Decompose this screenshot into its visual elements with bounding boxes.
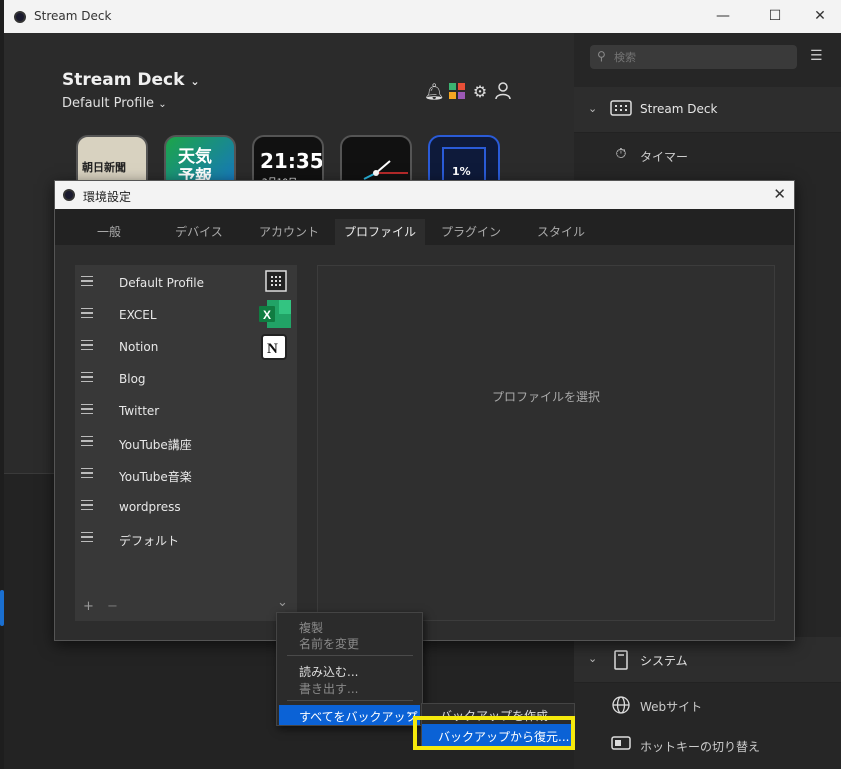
drag-handle-icon[interactable] bbox=[81, 404, 93, 414]
drag-handle-icon[interactable] bbox=[81, 532, 93, 542]
menu-separator bbox=[287, 655, 413, 656]
add-profile-button[interactable]: + bbox=[83, 599, 94, 614]
list-item[interactable]: デフォルト bbox=[75, 523, 297, 555]
stopwatch-icon: ⏱ bbox=[615, 146, 627, 162]
preferences-dialog: 環境設定 ✕ 一般 デバイス アカウント プロファイル プラグイン スタイル D… bbox=[54, 180, 795, 641]
drag-handle-icon[interactable] bbox=[81, 500, 93, 510]
excel-icon: X bbox=[259, 300, 291, 328]
category-system[interactable]: ⌄ システム bbox=[574, 637, 841, 683]
list-item[interactable]: YouTube音楽 bbox=[75, 459, 297, 491]
tab-bar: 一般 デバイス アカウント プロファイル プラグイン スタイル bbox=[55, 209, 794, 245]
svg-text:X: X bbox=[263, 308, 271, 322]
close-window-button[interactable]: ✕ bbox=[810, 6, 830, 26]
store-icon[interactable] bbox=[447, 82, 467, 102]
title-bar: Stream Deck — ☐ ✕ bbox=[4, 0, 841, 33]
tab-general[interactable]: 一般 bbox=[69, 219, 149, 245]
tab-plugins[interactable]: プラグイン bbox=[431, 219, 511, 245]
dialog-title-bar: 環境設定 ✕ bbox=[55, 181, 794, 209]
dialog-title: 環境設定 bbox=[83, 190, 132, 204]
globe-icon bbox=[610, 696, 632, 716]
stream-deck-logo-icon bbox=[14, 11, 26, 23]
list-item[interactable]: Blog bbox=[75, 363, 297, 395]
stream-deck-logo-icon bbox=[63, 189, 75, 201]
search-box[interactable]: ⚲ bbox=[590, 45, 797, 69]
keypad-icon bbox=[265, 270, 287, 292]
close-icon[interactable]: ✕ bbox=[773, 185, 786, 203]
tab-style[interactable]: スタイル bbox=[521, 219, 601, 245]
svg-text:N: N bbox=[267, 341, 278, 357]
chevron-down-icon: ⌄ bbox=[588, 102, 598, 115]
list-item[interactable]: YouTube講座 bbox=[75, 427, 297, 459]
window-title: Stream Deck bbox=[34, 9, 112, 23]
menu-item-import[interactable]: 読み込む... bbox=[299, 663, 358, 680]
tab-profiles[interactable]: プロファイル bbox=[335, 219, 425, 245]
remove-profile-button[interactable]: − bbox=[107, 599, 118, 614]
menu-item-rename[interactable]: 名前を変更 bbox=[299, 635, 359, 652]
device-title[interactable]: Stream Deck ⌄ bbox=[62, 70, 200, 90]
notion-icon: N bbox=[261, 334, 287, 360]
list-item[interactable]: Default Profile bbox=[75, 267, 297, 299]
keypad-icon bbox=[610, 100, 632, 120]
list-view-icon[interactable]: ☰ bbox=[810, 48, 823, 64]
menu-item-export[interactable]: 書き出す... bbox=[299, 680, 358, 697]
profile-list: Default Profile EXCEL X Notion N Blog Tw… bbox=[75, 265, 297, 621]
list-item[interactable]: EXCEL X bbox=[75, 299, 297, 331]
highlight-annotation bbox=[413, 716, 575, 750]
drag-handle-icon[interactable] bbox=[81, 308, 93, 318]
menu-item-duplicate[interactable]: 複製 bbox=[299, 619, 323, 636]
minimize-button[interactable]: — bbox=[713, 6, 733, 26]
more-options-button[interactable]: ⌄ bbox=[277, 595, 288, 610]
tab-account[interactable]: アカウント bbox=[249, 219, 329, 245]
bell-icon[interactable]: 🔔︎ bbox=[424, 82, 444, 102]
edge-tab bbox=[0, 590, 4, 626]
list-item[interactable]: wordpress bbox=[75, 491, 297, 523]
computer-icon bbox=[610, 650, 632, 670]
toggle-icon bbox=[610, 736, 632, 756]
maximize-button[interactable]: ☐ bbox=[765, 6, 785, 26]
tab-devices[interactable]: デバイス bbox=[159, 219, 239, 245]
search-icon: ⚲ bbox=[597, 49, 606, 63]
profile-selector[interactable]: Default Profile ⌄ bbox=[62, 96, 167, 111]
gear-icon[interactable]: ⚙ bbox=[470, 82, 490, 102]
user-icon[interactable] bbox=[493, 82, 513, 102]
search-input[interactable] bbox=[614, 48, 792, 66]
profile-detail-panel: プロファイルを選択 bbox=[317, 265, 775, 621]
drag-handle-icon[interactable] bbox=[81, 468, 93, 478]
drag-handle-icon[interactable] bbox=[81, 340, 93, 350]
chevron-down-icon: ⌄ bbox=[588, 652, 598, 665]
empty-message: プロファイルを選択 bbox=[491, 390, 600, 404]
chevron-right-icon: › bbox=[407, 707, 412, 721]
context-menu: 複製 名前を変更 読み込む... 書き出す... すべてをバックアップ › bbox=[276, 612, 423, 726]
menu-item-backup-all[interactable]: すべてをバックアップ › bbox=[279, 705, 420, 725]
action-timer[interactable]: ⏱ タイマー bbox=[574, 133, 841, 179]
list-item[interactable]: Twitter bbox=[75, 395, 297, 427]
menu-separator bbox=[287, 700, 413, 701]
drag-handle-icon[interactable] bbox=[81, 372, 93, 382]
list-item[interactable]: Notion N bbox=[75, 331, 297, 363]
category-stream-deck[interactable]: ⌄ Stream Deck bbox=[574, 87, 841, 133]
action-hotkey-switch[interactable]: ホットキーの切り替え bbox=[574, 723, 841, 769]
drag-handle-icon[interactable] bbox=[81, 436, 93, 446]
drag-handle-icon[interactable] bbox=[81, 276, 93, 286]
